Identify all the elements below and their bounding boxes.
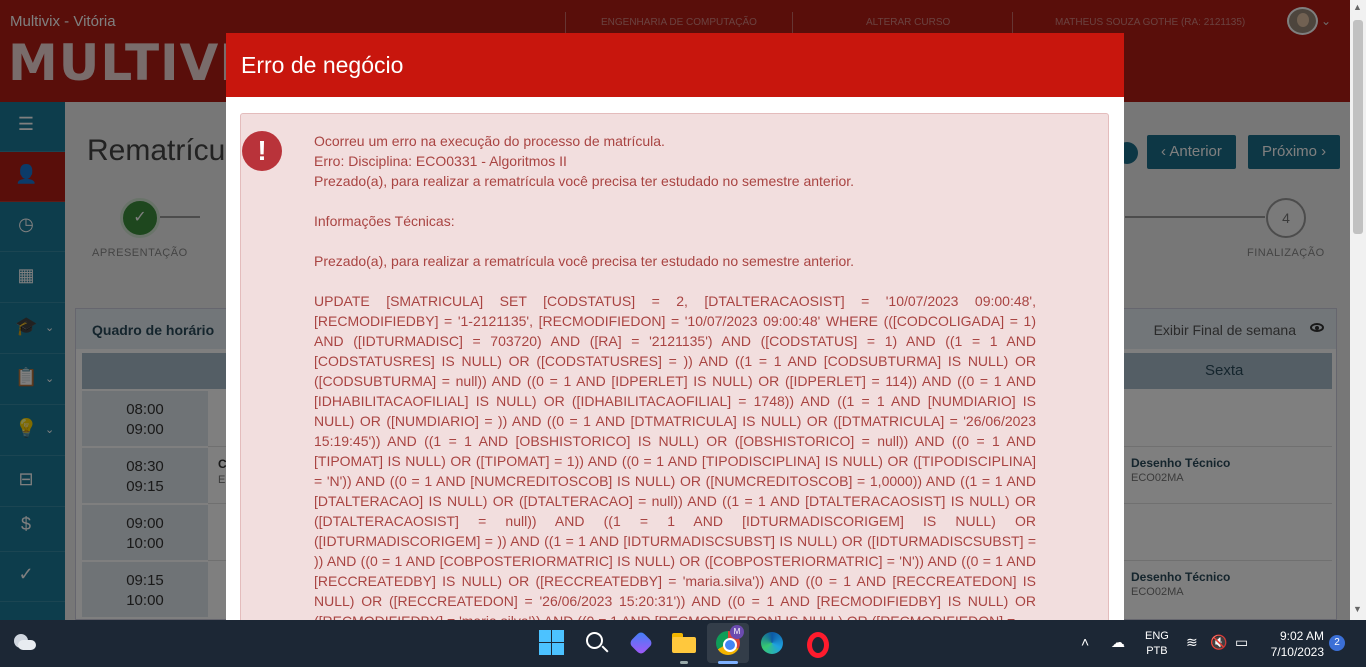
error-message: Ocorreu um erro na execução do processo … — [314, 131, 1036, 620]
error-modal: Erro de negócio ! Ocorreu um erro na exe… — [226, 33, 1124, 620]
lang-primary: ENG — [1145, 630, 1169, 642]
scroll-up-arrow[interactable]: ▲ — [1353, 2, 1362, 12]
exclamation-icon: ! — [242, 131, 282, 171]
battery-icon[interactable]: ▭ — [1235, 634, 1248, 651]
modal-header: Erro de negócio — [226, 33, 1124, 97]
search-icon[interactable] — [583, 629, 611, 657]
error-line: Erro: Disciplina: ECO0331 - Algoritmos I… — [314, 153, 567, 169]
sql-statement: UPDATE [SMATRICULA] SET [CODSTATUS] = 2,… — [314, 293, 1036, 620]
tech-info-label: Informações Técnicas: — [314, 213, 455, 229]
error-line: Ocorreu um erro na execução do processo … — [314, 133, 665, 149]
volume-muted-icon[interactable]: 🔇 — [1210, 634, 1227, 651]
error-line: Prezado(a), para realizar a rematrícula … — [314, 253, 855, 269]
chrome-profile-badge: M — [730, 625, 744, 639]
error-line: Prezado(a), para realizar a rematrícula … — [314, 173, 855, 189]
opera-icon[interactable] — [802, 629, 830, 658]
clock-time: 9:02 AM — [1279, 629, 1324, 643]
windows-taskbar: M ˄ ☁ ENG PTB ≋ 🔇 ▭ 9:02 AM 7/10/2023 2 — [0, 620, 1366, 667]
active-indicator — [718, 661, 738, 664]
wifi-icon[interactable]: ≋ — [1186, 634, 1198, 651]
notification-badge[interactable]: 2 — [1329, 635, 1345, 651]
weather-icon[interactable] — [12, 632, 36, 652]
edge-icon[interactable] — [758, 629, 786, 657]
chevron-up-icon[interactable]: ˄ — [1081, 634, 1089, 650]
modal-title: Erro de negócio — [241, 52, 404, 78]
chrome-icon[interactable]: M — [714, 625, 744, 657]
running-indicator — [680, 661, 688, 664]
copilot-icon[interactable] — [627, 629, 655, 657]
lang-secondary: PTB — [1146, 645, 1168, 657]
windows-start-icon[interactable] — [538, 629, 566, 657]
scroll-down-arrow[interactable]: ▼ — [1353, 604, 1362, 614]
page-scrollbar[interactable]: ▲ ▼ — [1350, 0, 1366, 620]
error-alert: ! Ocorreu um erro na execução do process… — [240, 113, 1109, 620]
language-indicator[interactable]: ENG PTB — [1145, 629, 1169, 659]
clock-date: 7/10/2023 — [1270, 645, 1324, 659]
file-explorer-icon[interactable] — [670, 629, 698, 657]
clock[interactable]: 9:02 AM 7/10/2023 — [1262, 628, 1324, 660]
network-status-icon[interactable]: ☁ — [1111, 634, 1125, 651]
scroll-thumb[interactable] — [1353, 20, 1363, 234]
